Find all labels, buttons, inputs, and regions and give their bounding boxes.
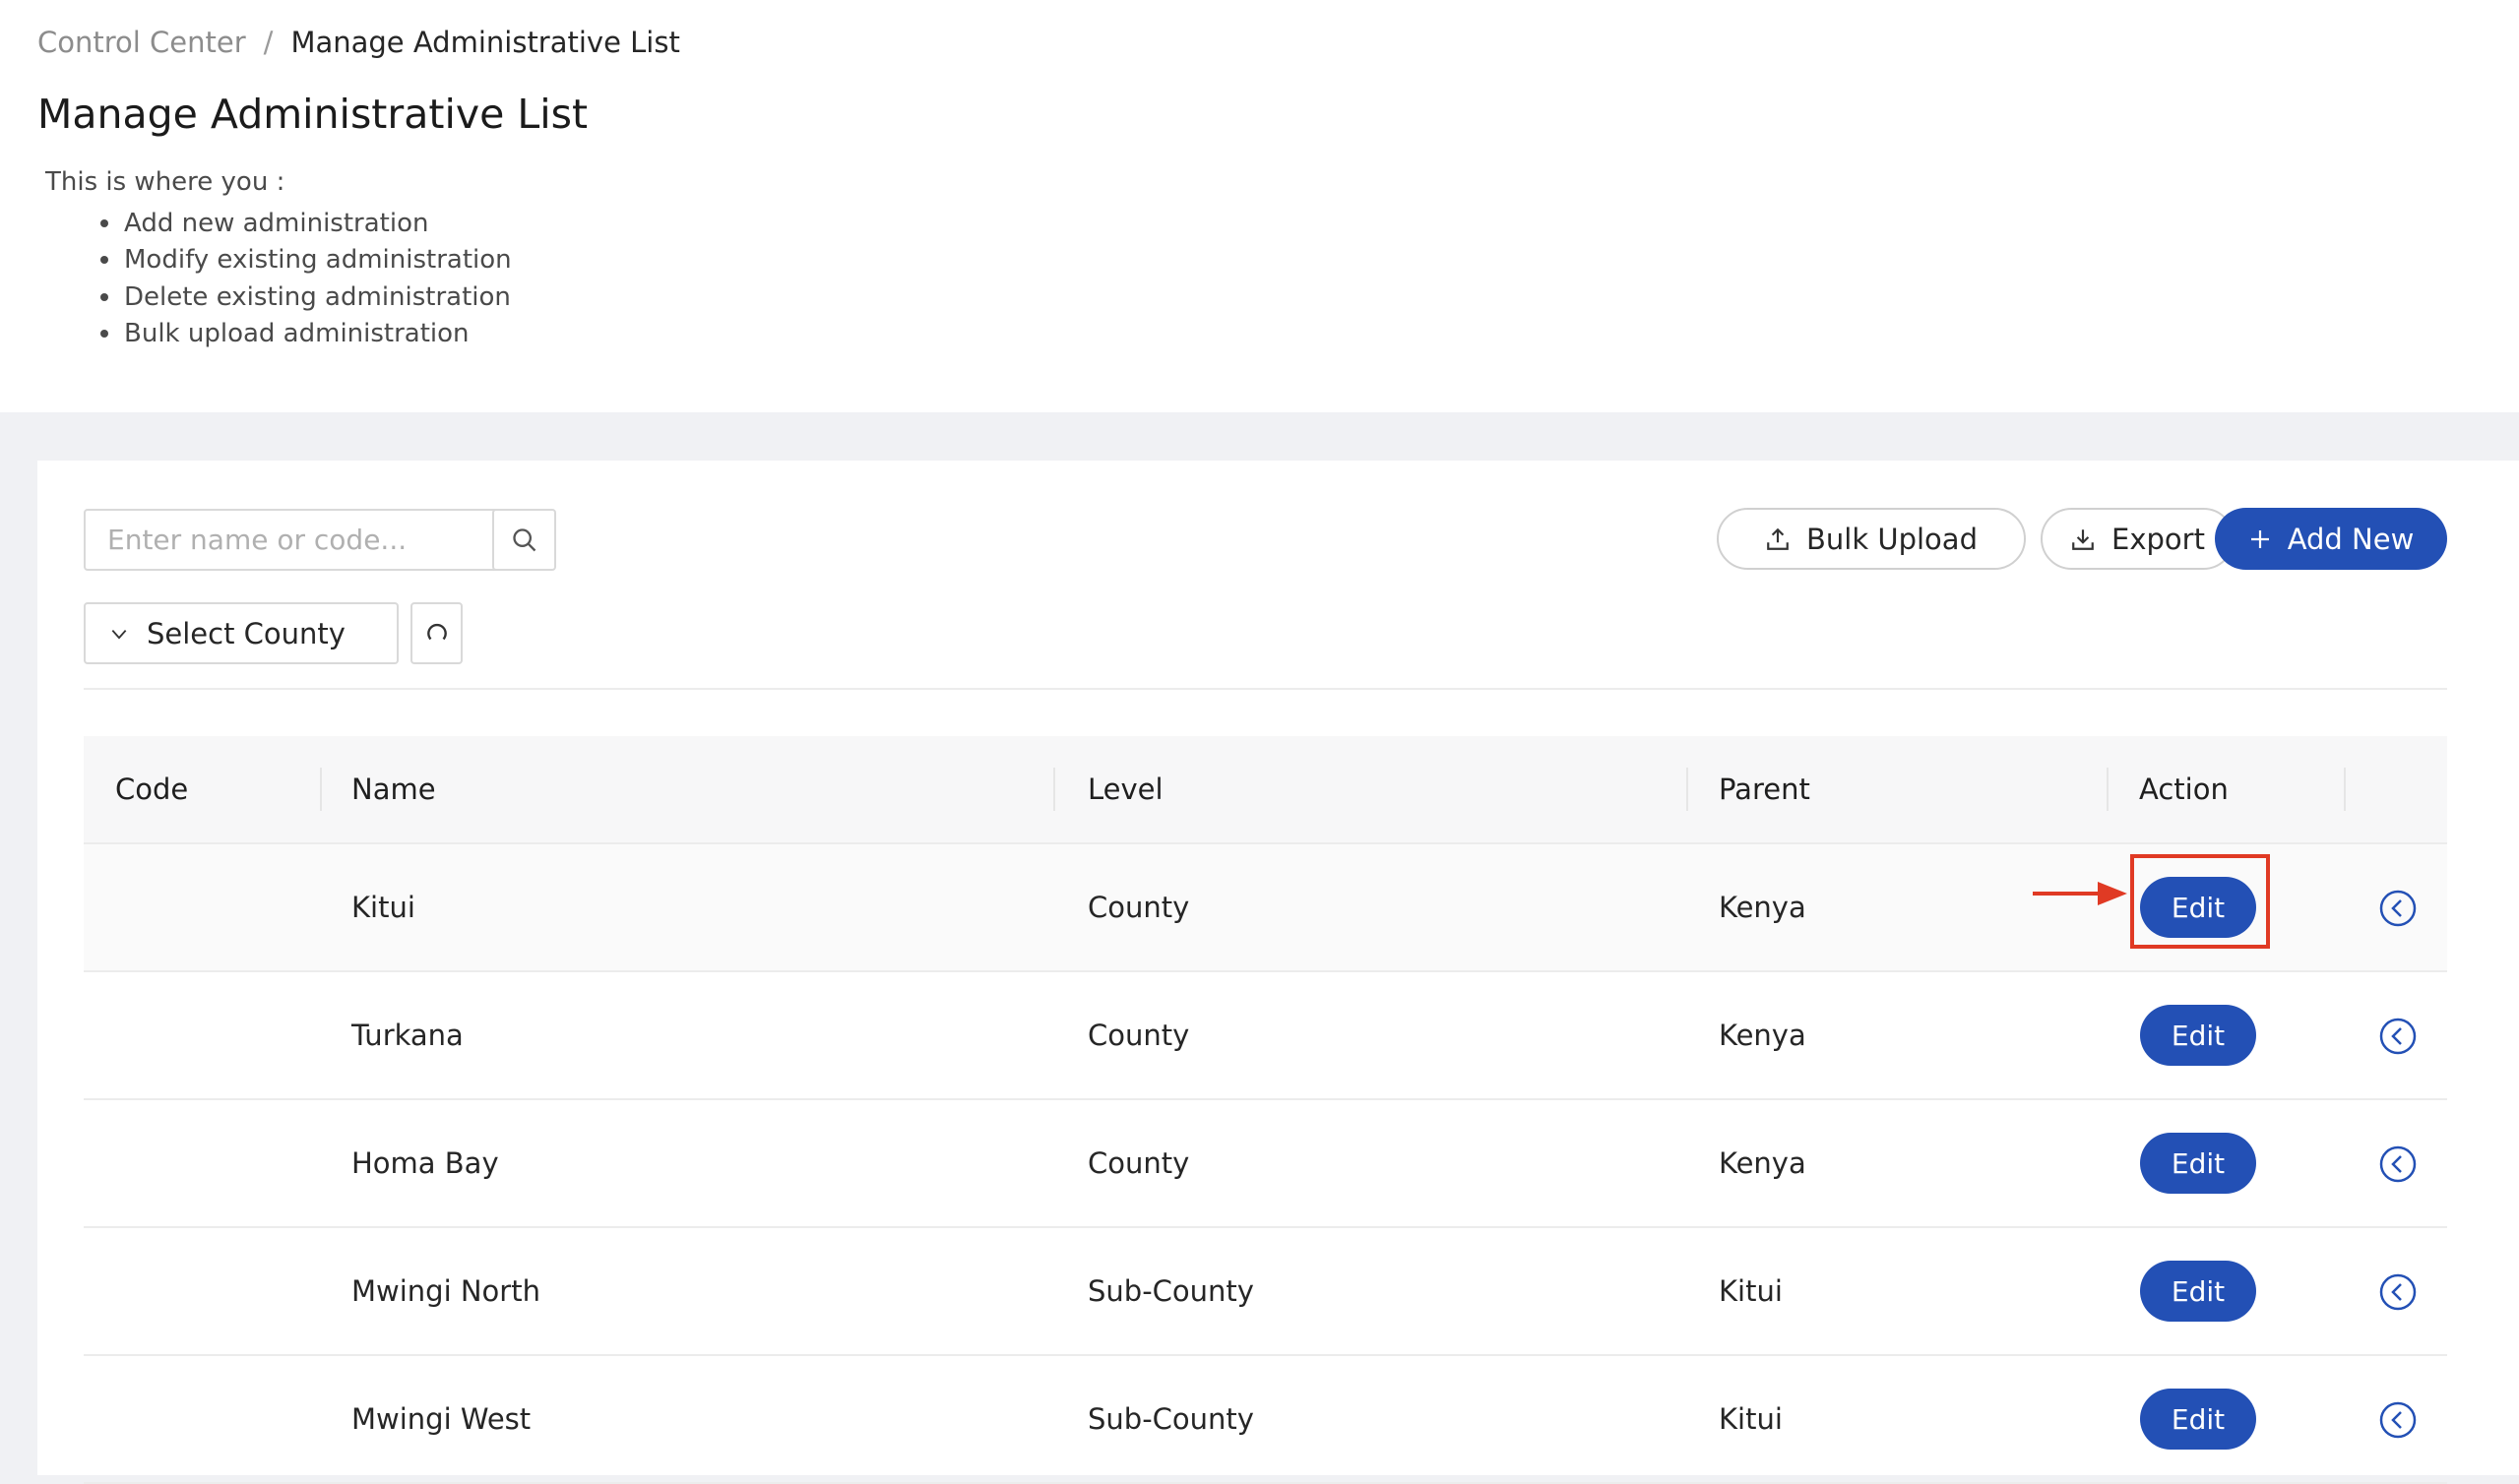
cell-name: Kitui [351,891,415,924]
breadcrumb: Control Center / Manage Administrative L… [37,26,680,59]
select-county-label: Select County [147,616,346,650]
download-icon [2070,526,2096,552]
bulk-upload-button[interactable]: Bulk Upload [1717,508,2026,570]
cell-parent: Kenya [1719,891,1806,924]
cell-parent: Kenya [1719,1019,1806,1052]
intro-list: Add new administration Modify existing a… [100,205,512,353]
reload-icon [426,623,447,640]
cell-level: Sub-County [1088,1402,1254,1436]
expand-row-icon[interactable] [2378,1272,2418,1312]
cell-parent: Kenya [1719,1146,1806,1180]
select-county-dropdown[interactable]: Select County [84,602,399,664]
breadcrumb-separator: / [263,26,274,59]
list-item: Bulk upload administration [100,316,512,353]
table-header: Code Name Level Parent Action [84,736,2447,844]
bullet-icon [100,330,108,339]
list-item: Add new administration [100,205,512,242]
column-separator [320,768,322,811]
edit-button[interactable]: Edit [2140,1389,2256,1450]
bullet-icon [100,292,108,301]
column-separator [2344,768,2346,811]
cell-level: County [1088,891,1190,924]
table-row: Mwingi North Sub-County Kitui Edit [84,1228,2447,1356]
cell-parent: Kitui [1719,1274,1783,1308]
search-button[interactable] [492,509,556,571]
edit-button[interactable]: Edit [2140,877,2256,938]
expand-row-icon[interactable] [2378,1144,2418,1184]
upload-icon [1765,526,1791,552]
column-header-action: Action [2139,773,2229,806]
column-header-parent: Parent [1719,773,1810,806]
plus-icon [2248,527,2272,551]
bullet-icon [100,256,108,265]
chevron-down-icon [109,624,129,644]
cell-name: Homa Bay [351,1146,499,1180]
cell-name: Turkana [351,1019,464,1052]
cell-level: Sub-County [1088,1274,1254,1308]
table-row: Kitui County Kenya Edit [84,844,2447,972]
search-input[interactable] [86,511,527,569]
edit-button[interactable]: Edit [2140,1133,2256,1194]
page-title: Manage Administrative List [37,91,589,138]
list-item: Delete existing administration [100,278,512,316]
add-new-button[interactable]: Add New [2215,508,2447,570]
breadcrumb-current: Manage Administrative List [290,26,680,59]
expand-row-icon[interactable] [2378,1400,2418,1440]
refresh-button[interactable] [410,602,463,664]
admin-table: Code Name Level Parent Action Kitui Coun… [84,736,2447,1484]
table-row: Mwingi West Sub-County Kitui Edit [84,1356,2447,1484]
page-intro: This is where you : [45,167,285,197]
column-separator [1053,768,1055,811]
divider [84,688,2447,690]
table-row: Turkana County Kenya Edit [84,972,2447,1100]
column-header-level: Level [1088,773,1164,806]
column-header-name: Name [351,773,436,806]
cell-name: Mwingi North [351,1274,540,1308]
export-button[interactable]: Export [2041,508,2235,570]
bullet-icon [100,218,108,227]
search-field [84,509,529,571]
expand-row-icon[interactable] [2378,1017,2418,1056]
table-row: Homa Bay County Kenya Edit [84,1100,2447,1228]
annotation-arrow-icon [2033,882,2127,905]
page-header: Control Center / Manage Administrative L… [0,0,2519,412]
column-separator [1686,768,1688,811]
edit-button[interactable]: Edit [2140,1261,2256,1322]
edit-button[interactable]: Edit [2140,1005,2256,1066]
list-item: Modify existing administration [100,242,512,279]
cell-level: County [1088,1146,1190,1180]
cell-name: Mwingi West [351,1402,532,1436]
admin-list-card: Select County Bulk Upload Export Add New… [37,461,2519,1484]
breadcrumb-control-center[interactable]: Control Center [37,26,246,59]
expand-row-icon[interactable] [2378,889,2418,928]
search-icon [512,527,535,551]
cell-level: County [1088,1019,1190,1052]
column-separator [2107,768,2109,811]
column-header-code: Code [115,773,189,806]
cell-parent: Kitui [1719,1402,1783,1436]
